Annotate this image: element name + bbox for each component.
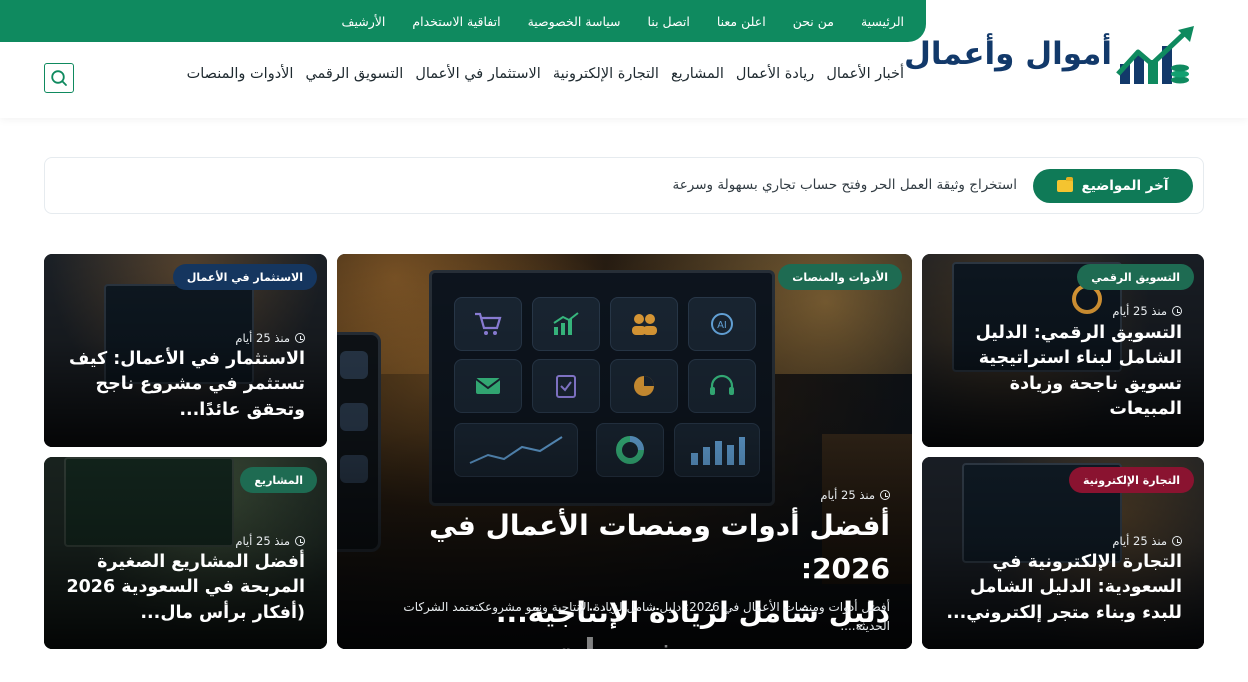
post-time-text: منذ 25 أيام: [820, 488, 875, 502]
topbar-link-about[interactable]: من نحن: [793, 14, 834, 29]
main-nav: أخبار الأعمال ريادة الأعمال المشاريع الت…: [187, 66, 904, 82]
folder-icon: [1057, 177, 1074, 192]
topbar-link-contact[interactable]: اتصل بنا: [648, 14, 690, 29]
category-badge[interactable]: التجارة الإلكترونية: [1068, 467, 1194, 493]
site-logo[interactable]: أموال وأعمال: [904, 24, 1198, 88]
category-badge[interactable]: الأدوات والمنصات: [778, 264, 902, 290]
category-badge[interactable]: التسويق الرقمي: [1077, 264, 1194, 290]
topbar-link-advertise[interactable]: اعلن معنا: [717, 14, 766, 29]
nav-investment[interactable]: الاستثمار في الأعمال: [415, 66, 541, 82]
topbar-link-privacy[interactable]: سياسة الخصوصية: [528, 14, 621, 29]
watermark: خمسات: [550, 632, 679, 672]
post-time: منذ 25 أيام: [235, 534, 305, 548]
site-header: الرئيسية من نحن اعلن معنا اتصل بنا سياسة…: [0, 0, 1248, 118]
clock-icon: [295, 333, 305, 343]
article-title[interactable]: التسويق الرقمي: الدليل الشامل لبناء استر…: [976, 321, 1182, 423]
article-title[interactable]: أفضل المشاريع الصغيرة المربحة في السعودي…: [66, 550, 305, 626]
search-icon: [51, 70, 67, 86]
post-time: منذ 25 أيام: [1112, 304, 1182, 318]
category-badge[interactable]: المشاريع: [240, 467, 317, 493]
nav-tools-platforms[interactable]: الأدوات والمنصات: [187, 66, 294, 82]
topbar-link-home[interactable]: الرئيسية: [861, 14, 904, 29]
latest-topics-label: آخر المواضيع: [1081, 178, 1169, 194]
nav-entrepreneurship[interactable]: ريادة الأعمال: [736, 66, 814, 82]
latest-topics-ticker: آخر المواضيع استخراج وثيقة العمل الحر وف…: [44, 157, 1204, 214]
article-card-investment[interactable]: الاستثمار في الأعمال منذ 25 أيام الاستثم…: [44, 254, 327, 447]
clock-icon: [1172, 536, 1182, 546]
topbar-link-terms[interactable]: اتفاقية الاستخدام: [412, 14, 500, 29]
article-title[interactable]: الاستثمار في الأعمال: كيف تستثمر في مشرو…: [69, 347, 305, 423]
article-card-projects[interactable]: المشاريع منذ 25 أيام أفضل المشاريع الصغي…: [44, 457, 327, 649]
nav-business-news[interactable]: أخبار الأعمال: [826, 66, 904, 82]
article-title[interactable]: التجارة الإلكترونية في السعودية: الدليل …: [946, 550, 1182, 626]
top-bar: الرئيسية من نحن اعلن معنا اتصل بنا سياسة…: [0, 0, 926, 42]
post-time: منذ 25 أيام: [235, 331, 305, 345]
logo-text: أموال وأعمال: [904, 36, 1112, 72]
post-time: منذ 25 أيام: [820, 488, 890, 502]
article-card-ecommerce[interactable]: التجارة الإلكترونية منذ 25 أيام التجارة …: [922, 457, 1204, 649]
nav-ecommerce[interactable]: التجارة الإلكترونية: [553, 66, 659, 82]
clock-icon: [295, 536, 305, 546]
clock-icon: [880, 490, 890, 500]
category-badge[interactable]: الاستثمار في الأعمال: [172, 264, 317, 290]
latest-topics-badge: آخر المواضيع: [1033, 169, 1193, 203]
logo-chart-icon: [1116, 26, 1194, 84]
ticker-headline[interactable]: استخراج وثيقة العمل الحر وفتح حساب تجاري…: [672, 177, 1017, 193]
topbar-link-archive[interactable]: الأرشيف: [342, 14, 386, 29]
post-time: منذ 25 أيام: [1112, 534, 1182, 548]
featured-article-card[interactable]: AI: [337, 254, 912, 649]
nav-projects[interactable]: المشاريع: [671, 66, 724, 82]
search-button[interactable]: [44, 63, 74, 93]
featured-article-excerpt: أفضل أدوات ومنصات الأعمال في 2026: دليل …: [403, 600, 890, 633]
nav-digital-marketing[interactable]: التسويق الرقمي: [305, 66, 403, 82]
clock-icon: [1172, 306, 1182, 316]
article-card-marketing[interactable]: التسويق الرقمي منذ 25 أيام التسويق الرقم…: [922, 254, 1204, 447]
